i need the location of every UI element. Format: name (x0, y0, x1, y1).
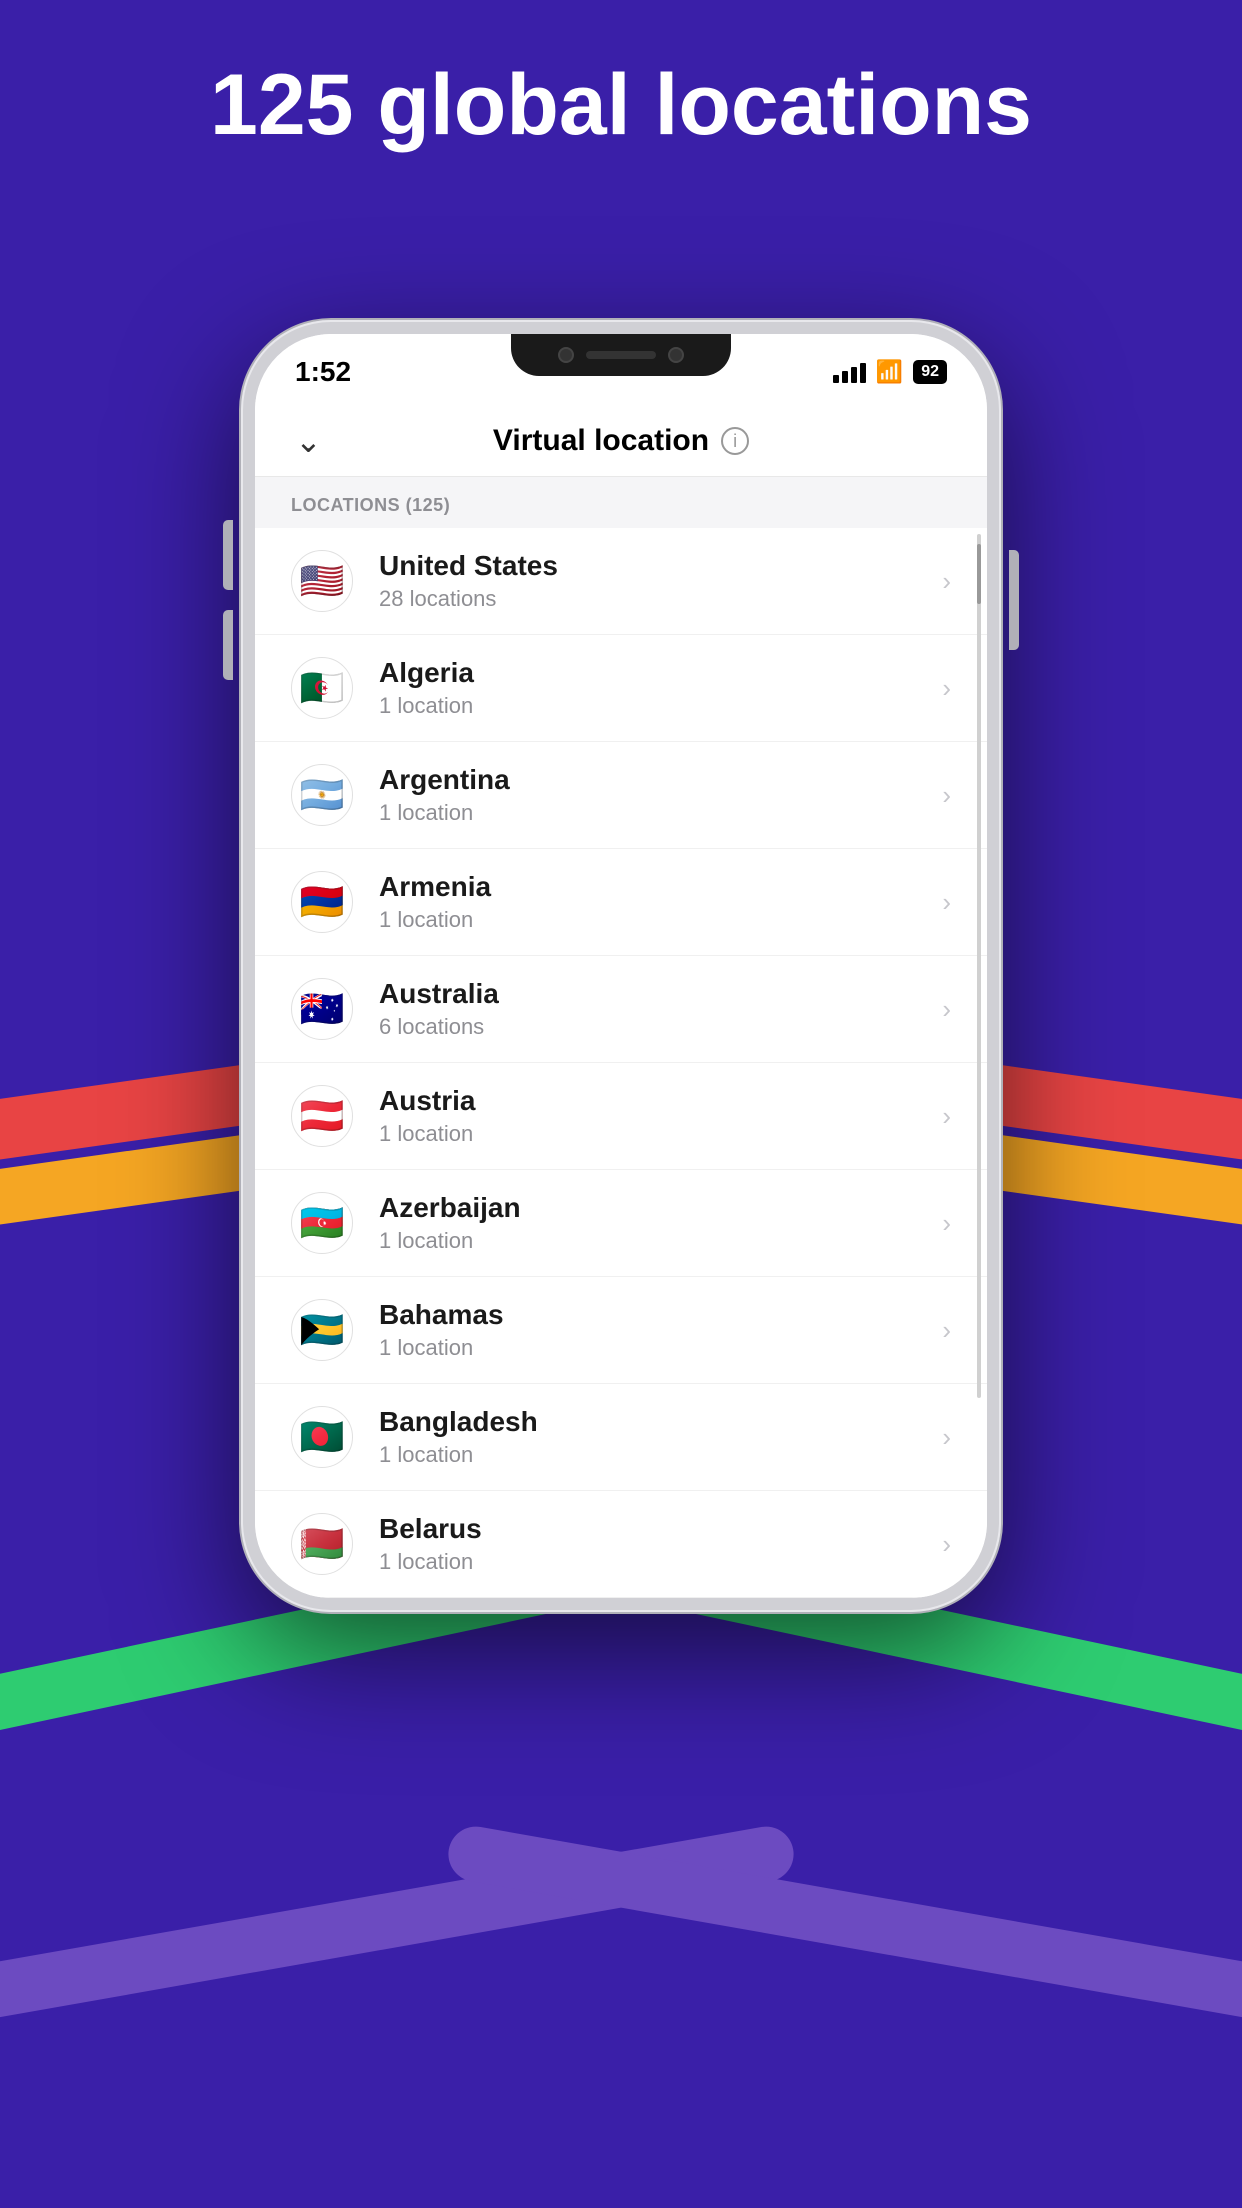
decorative-band-purple-left (0, 1822, 798, 2032)
battery-indicator: 92 (913, 360, 947, 384)
chevron-right-icon: › (942, 1315, 951, 1346)
location-count: 1 location (379, 907, 916, 933)
chevron-right-icon: › (942, 1101, 951, 1132)
list-item[interactable]: 🇦🇿 Azerbaijan 1 location › (255, 1170, 987, 1277)
back-button[interactable]: ⌄ (295, 422, 322, 460)
chevron-right-icon: › (942, 673, 951, 704)
location-name: Algeria (379, 657, 916, 689)
location-name: Belarus (379, 1513, 916, 1545)
location-info: Argentina 1 location (379, 764, 916, 826)
chevron-right-icon: › (942, 887, 951, 918)
signal-bar-2 (842, 371, 848, 383)
scroll-thumb (977, 544, 981, 604)
location-name: United States (379, 550, 916, 582)
list-item[interactable]: 🇩🇿 Algeria 1 location › (255, 635, 987, 742)
info-button[interactable]: i (721, 427, 749, 455)
chevron-right-icon: › (942, 780, 951, 811)
location-list: 🇺🇸 United States 28 locations › 🇩🇿 Alger… (255, 528, 987, 1598)
location-name: Azerbaijan (379, 1192, 916, 1224)
location-count: 1 location (379, 1442, 916, 1468)
location-name: Bangladesh (379, 1406, 916, 1438)
flag-us: 🇺🇸 (291, 550, 353, 612)
hero-title: 125 global locations (0, 60, 1242, 150)
flag-ar: 🇦🇷 (291, 764, 353, 826)
page-title: Virtual location (493, 424, 709, 458)
list-item[interactable]: 🇦🇷 Argentina 1 location › (255, 742, 987, 849)
phone-mockup: 1:52 📶 92 ⌄ Virtual location i (241, 320, 1001, 1612)
app-header: ⌄ Virtual location i (255, 402, 987, 477)
status-time: 1:52 (295, 356, 351, 388)
chevron-right-icon: › (942, 566, 951, 597)
location-info: Australia 6 locations (379, 978, 916, 1040)
notch-camera-2 (668, 347, 684, 363)
flag-az: 🇦🇿 (291, 1192, 353, 1254)
phone-notch (511, 334, 731, 376)
chevron-right-icon: › (942, 1422, 951, 1453)
location-count: 1 location (379, 800, 916, 826)
list-item[interactable]: 🇧🇩 Bangladesh 1 location › (255, 1384, 987, 1491)
status-icons: 📶 92 (833, 359, 947, 385)
location-count: 6 locations (379, 1014, 916, 1040)
signal-bars-icon (833, 361, 866, 383)
location-info: United States 28 locations (379, 550, 916, 612)
chevron-right-icon: › (942, 1529, 951, 1560)
signal-bar-1 (833, 375, 839, 383)
flag-by: 🇧🇾 (291, 1513, 353, 1575)
section-header: LOCATIONS (125) (255, 477, 987, 528)
location-count: 1 location (379, 693, 916, 719)
wifi-icon: 📶 (876, 359, 903, 385)
chevron-right-icon: › (942, 1208, 951, 1239)
location-name: Argentina (379, 764, 916, 796)
flag-bs: 🇧🇸 (291, 1299, 353, 1361)
location-count: 28 locations (379, 586, 916, 612)
flag-dz: 🇩🇿 (291, 657, 353, 719)
list-item[interactable]: 🇺🇸 United States 28 locations › (255, 528, 987, 635)
list-item[interactable]: 🇦🇺 Australia 6 locations › (255, 956, 987, 1063)
location-count: 1 location (379, 1228, 916, 1254)
location-name: Armenia (379, 871, 916, 903)
scrollbar[interactable] (977, 534, 981, 1398)
list-item[interactable]: 🇦🇹 Austria 1 location › (255, 1063, 987, 1170)
location-info: Armenia 1 location (379, 871, 916, 933)
flag-am: 🇦🇲 (291, 871, 353, 933)
notch-speaker (586, 351, 656, 359)
flag-bd: 🇧🇩 (291, 1406, 353, 1468)
signal-bar-3 (851, 367, 857, 383)
location-count: 1 location (379, 1549, 916, 1575)
signal-bar-4 (860, 363, 866, 383)
location-info: Belarus 1 location (379, 1513, 916, 1575)
location-name: Australia (379, 978, 916, 1010)
notch-camera (558, 347, 574, 363)
phone-outer: 1:52 📶 92 ⌄ Virtual location i (241, 320, 1001, 1612)
decorative-band-purple-right (444, 1822, 1242, 2032)
list-item[interactable]: 🇧🇸 Bahamas 1 location › (255, 1277, 987, 1384)
location-count: 1 location (379, 1121, 916, 1147)
phone-inner: 1:52 📶 92 ⌄ Virtual location i (255, 334, 987, 1598)
location-info: Bangladesh 1 location (379, 1406, 916, 1468)
location-name: Austria (379, 1085, 916, 1117)
flag-au: 🇦🇺 (291, 978, 353, 1040)
list-item[interactable]: 🇦🇲 Armenia 1 location › (255, 849, 987, 956)
location-info: Algeria 1 location (379, 657, 916, 719)
section-label: LOCATIONS (125) (291, 495, 450, 515)
chevron-right-icon: › (942, 994, 951, 1025)
list-item[interactable]: 🇧🇾 Belarus 1 location › (255, 1491, 987, 1598)
location-info: Austria 1 location (379, 1085, 916, 1147)
flag-at: 🇦🇹 (291, 1085, 353, 1147)
location-info: Bahamas 1 location (379, 1299, 916, 1361)
location-info: Azerbaijan 1 location (379, 1192, 916, 1254)
location-name: Bahamas (379, 1299, 916, 1331)
location-count: 1 location (379, 1335, 916, 1361)
